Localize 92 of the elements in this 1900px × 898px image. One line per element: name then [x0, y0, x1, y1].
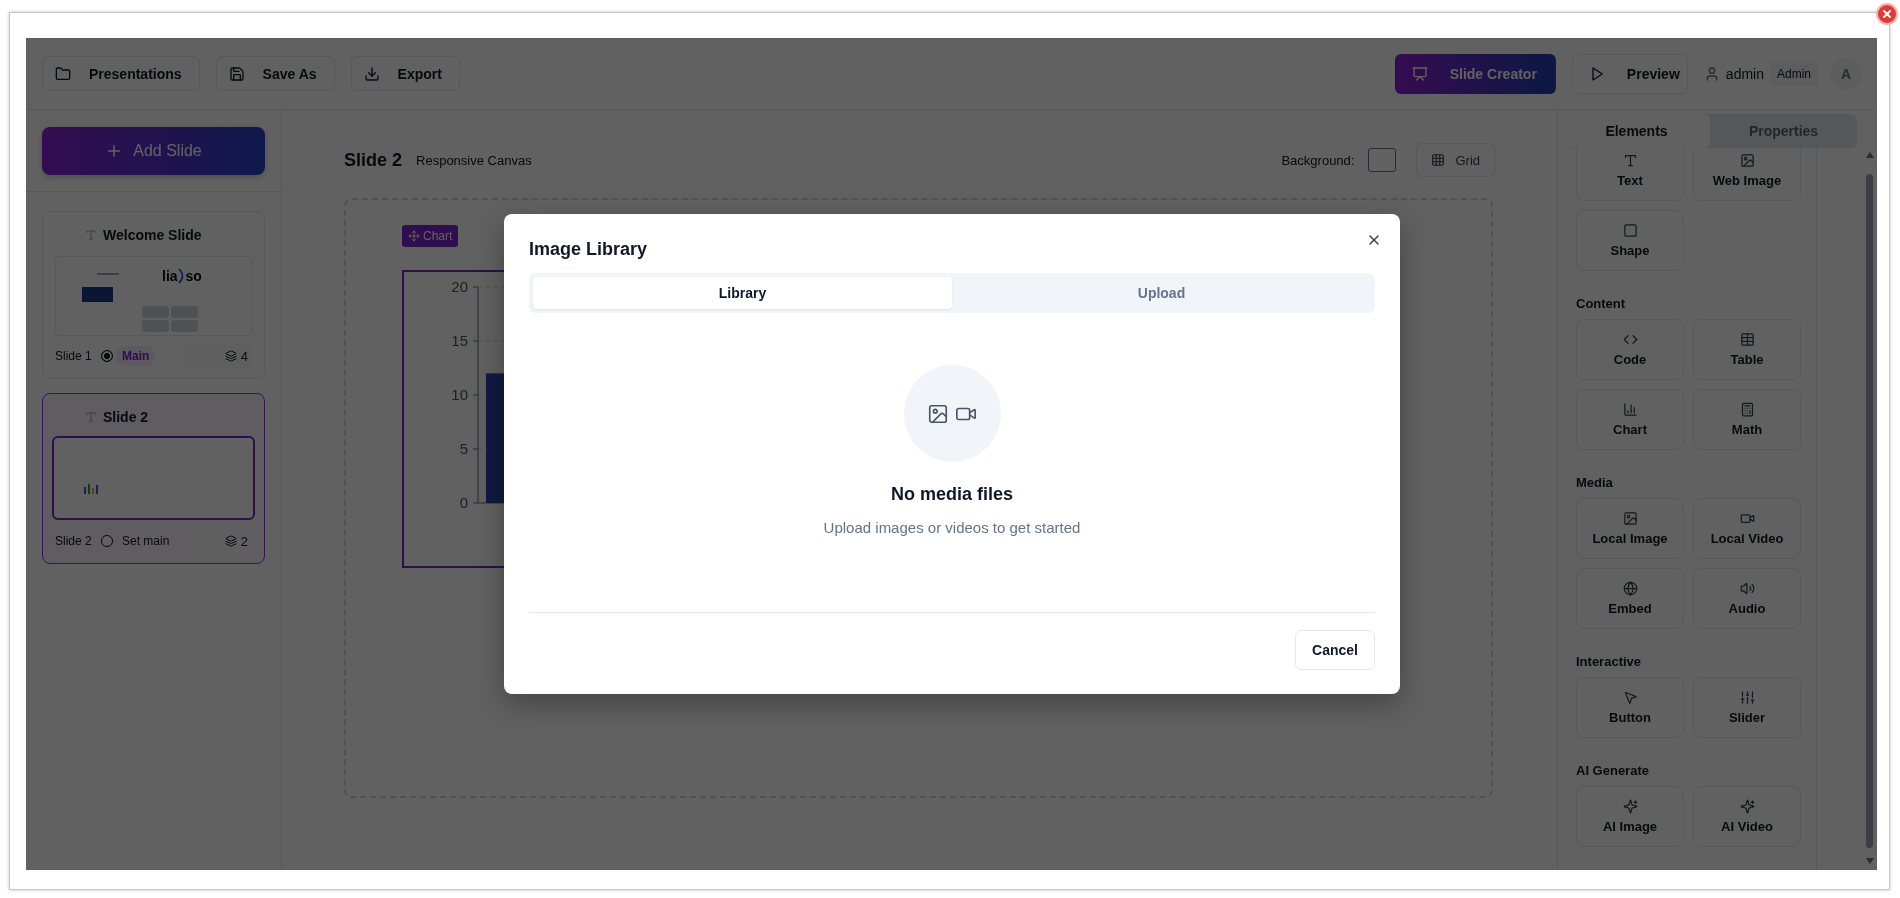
main-slide-radio[interactable] — [101, 350, 113, 362]
globe-icon — [1622, 581, 1638, 596]
main-label[interactable]: Main — [116, 346, 156, 366]
username: admin — [1725, 65, 1764, 82]
scrollbar-thumb[interactable] — [1866, 174, 1873, 848]
element-button[interactable]: AI Video — [1693, 786, 1801, 847]
element-button[interactable]: Chart — [1576, 389, 1684, 450]
toolbar-button[interactable]: Presentations — [42, 56, 200, 91]
grid-toggle-button[interactable]: Grid — [1416, 143, 1495, 177]
canvas-title: Slide 2 — [344, 149, 403, 171]
dialog-tab[interactable]: Upload — [952, 277, 1371, 309]
element-button[interactable]: Code — [1576, 319, 1684, 380]
image-icon — [1622, 511, 1638, 526]
video-camera-icon — [1739, 511, 1755, 526]
add-slide-button[interactable]: Add Slide — [42, 127, 265, 175]
main-slide-radio[interactable] — [101, 535, 113, 547]
scroll-up-arrow-icon[interactable] — [1865, 152, 1874, 158]
axis-tick-label: 20 — [451, 278, 468, 295]
layers-icon — [224, 535, 237, 547]
text-icon — [1622, 153, 1638, 168]
background-label: Background: — [1281, 152, 1355, 168]
table-icon — [1739, 332, 1755, 347]
element-button[interactable]: Shape — [1576, 210, 1684, 271]
sparkles-icon — [1739, 799, 1755, 814]
mode-button[interactable]: Preview — [1571, 53, 1688, 94]
empty-state-title: No media files — [890, 484, 1013, 505]
text-icon — [85, 411, 97, 423]
background-color-swatch[interactable] — [1368, 148, 1397, 172]
slide-number: Slide 1 — [55, 349, 93, 363]
slide-card[interactable]: Slide 2 Slide 2 Set main 2 — [42, 393, 265, 564]
sparkles-icon — [1622, 799, 1638, 814]
slide-number: Slide 2 — [55, 534, 93, 548]
element-button[interactable]: Text — [1576, 148, 1684, 201]
toolbar-button[interactable]: Save As — [215, 56, 335, 91]
logo-text: lia — [162, 268, 178, 284]
element-button[interactable]: Local Image — [1576, 498, 1684, 559]
canvas-subtitle: Responsive Canvas — [416, 152, 532, 168]
image-icon — [927, 402, 949, 425]
element-count-value: 2 — [240, 533, 248, 549]
layers-icon — [224, 350, 237, 362]
main-label[interactable]: Set main — [116, 531, 176, 551]
mode-button[interactable]: Slide Creator — [1394, 53, 1556, 94]
save-icon — [228, 65, 245, 82]
element-button[interactable]: Button — [1576, 677, 1684, 738]
dialog-tab[interactable]: Library — [533, 277, 952, 309]
element-button[interactable]: Table — [1693, 319, 1801, 380]
element-button[interactable]: Math — [1693, 389, 1801, 450]
element-button[interactable]: Embed — [1576, 568, 1684, 629]
element-button[interactable]: Web Image — [1693, 148, 1801, 201]
scroll-down-arrow-icon[interactable] — [1865, 858, 1874, 864]
cancel-button[interactable]: Cancel — [1295, 630, 1375, 670]
presentation-board-icon — [1411, 65, 1428, 82]
element-button[interactable]: Audio — [1693, 568, 1801, 629]
bar-chart-icon — [1622, 402, 1638, 417]
slide-title: Slide 2 — [103, 409, 149, 425]
move-icon — [408, 230, 420, 242]
download-icon — [363, 65, 380, 82]
section-heading: Content — [1576, 296, 1627, 311]
chart-drag-handle[interactable]: Chart — [402, 225, 459, 247]
sliders-icon — [1739, 690, 1755, 705]
cursor-icon — [1622, 690, 1638, 705]
image-icon — [1739, 153, 1755, 168]
role-badge: Admin — [1770, 61, 1818, 86]
section-heading: Interactive — [1576, 654, 1643, 669]
code-icon — [1622, 332, 1638, 347]
element-count-value: 4 — [240, 348, 248, 364]
swoosh-icon — [177, 268, 186, 284]
element-button[interactable]: AI Image — [1576, 786, 1684, 847]
axis-tick-label: 10 — [451, 386, 468, 403]
image-block — [82, 287, 113, 302]
element-button[interactable]: Local Video — [1693, 498, 1801, 559]
text-line — [97, 273, 119, 275]
dialog-title: Image Library — [529, 238, 649, 261]
panel-tab[interactable]: Elements — [1563, 114, 1710, 148]
axis-tick-label: 15 — [451, 332, 468, 349]
close-icon — [1881, 8, 1893, 20]
logo-text: so — [185, 268, 202, 284]
speaker-icon — [1739, 581, 1755, 596]
element-button[interactable]: Slider — [1693, 677, 1801, 738]
axis-tick-label: 0 — [459, 494, 468, 511]
section-heading: AI Generate — [1576, 763, 1650, 778]
folder-icon — [55, 65, 71, 82]
text-icon — [85, 229, 97, 241]
empty-state-text: Upload images or videos to get started — [823, 519, 1081, 536]
grid-icon — [1431, 153, 1446, 167]
section-heading: Media — [1576, 475, 1614, 490]
slide-card[interactable]: Welcome Slide lia so Slide 1 Main 4 — [42, 211, 265, 379]
mini-chart-drawing — [84, 482, 100, 494]
axis-tick-label: 5 — [459, 440, 468, 457]
toolbar-button[interactable]: Export — [350, 56, 460, 91]
calculator-icon — [1739, 402, 1755, 417]
slide-title: Welcome Slide — [103, 227, 202, 243]
